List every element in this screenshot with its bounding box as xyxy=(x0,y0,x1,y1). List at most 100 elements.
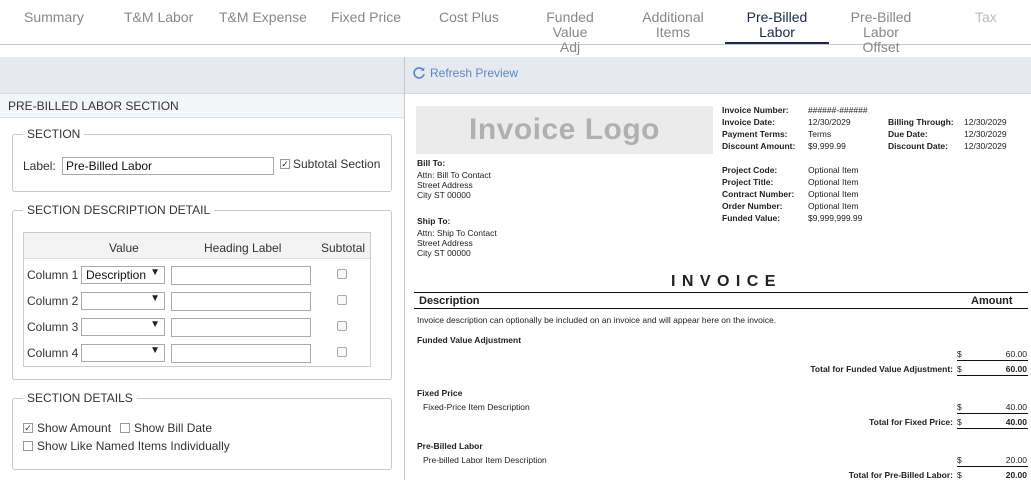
meta-value: $9,999,999.99 xyxy=(808,213,863,223)
column-1-subtotal-checkbox[interactable] xyxy=(337,269,347,279)
tab-label: Fixed Price xyxy=(331,9,402,25)
tab-label: Labor Offset xyxy=(862,24,900,55)
ship-to-title: Ship To: xyxy=(417,216,451,226)
tab-label: Items xyxy=(655,24,691,40)
line-description: Fixed-Price Item Description xyxy=(423,402,530,412)
meta-value: 12/30/2029 xyxy=(964,141,1007,151)
refresh-icon xyxy=(413,67,425,79)
section-legend: SECTION xyxy=(23,127,85,141)
tab-label: Additional xyxy=(642,9,704,25)
header-subtotal: Subtotal xyxy=(321,241,366,255)
column-2-subtotal-checkbox[interactable] xyxy=(337,295,347,305)
divider xyxy=(414,292,1028,293)
subtotal-section-checkbox[interactable]: ✓ xyxy=(280,159,290,169)
column-4-heading-input[interactable] xyxy=(171,344,311,363)
meta-key: Invoice Number: xyxy=(722,105,789,115)
column-4-value-select[interactable]: ▼ xyxy=(81,344,165,362)
section-heading: Funded Value Adjustment xyxy=(417,335,522,345)
column-3-value-select[interactable]: ▼ xyxy=(81,318,165,336)
address-line: City ST 00000 xyxy=(417,190,471,200)
select-value: Description xyxy=(86,268,147,282)
grid-header: Value Heading Label Subtotal xyxy=(24,233,370,259)
column-3-heading-input[interactable] xyxy=(171,318,311,337)
tab-label: Tax xyxy=(975,9,997,25)
meta-key: Project Title: xyxy=(722,177,774,187)
currency-symbol: $ xyxy=(957,364,962,374)
meta-value: 12/30/2029 xyxy=(808,117,851,127)
total-label: Total for Fixed Price: xyxy=(869,417,953,427)
tab-funded-value-adj[interactable]: Funded Value Adj xyxy=(530,10,610,55)
refresh-preview-button[interactable]: Refresh Preview xyxy=(412,66,518,80)
column-amount: Amount xyxy=(971,295,1013,307)
preview-panel: Refresh Preview Invoice Logo Invoice Num… xyxy=(405,57,1031,480)
description-detail-legend: SECTION DESCRIPTION DETAIL xyxy=(23,203,215,217)
show-bill-date-checkbox[interactable] xyxy=(120,423,130,433)
column-3-subtotal-checkbox[interactable] xyxy=(337,321,347,331)
label-caption: Label: xyxy=(23,159,56,173)
row-label: Column 3 xyxy=(27,320,79,334)
tab-label: Pre-Billed xyxy=(746,9,808,25)
dropdown-caret-icon: ▼ xyxy=(150,319,160,330)
header-heading-label: Heading Label xyxy=(204,241,282,255)
currency-symbol: $ xyxy=(957,402,962,412)
panel-title: PRE-BILLED LABOR SECTION xyxy=(0,94,404,118)
meta-value: Optional Item xyxy=(808,189,859,199)
column-1-value-select[interactable]: Description ▼ xyxy=(81,266,165,284)
description-detail-group: SECTION DESCRIPTION DETAIL Value Heading… xyxy=(12,203,392,380)
address-line: Street Address xyxy=(417,180,473,190)
column-2-heading-input[interactable] xyxy=(171,292,311,311)
show-bill-date-label: Show Bill Date xyxy=(134,421,213,435)
tab-additional-items[interactable]: Additional Items xyxy=(640,10,706,40)
total-amount: 20.00 xyxy=(1005,470,1027,480)
settings-toolbar xyxy=(0,57,404,94)
tab-cost-plus[interactable]: Cost Plus xyxy=(439,10,499,25)
address-line: Attn: Bill To Contact xyxy=(417,170,492,180)
meta-value: Optional Item xyxy=(808,201,859,211)
divider xyxy=(414,308,1028,309)
label-input[interactable]: Pre-Billed Labor xyxy=(62,157,274,175)
show-like-named-checkbox[interactable] xyxy=(23,441,33,451)
divider xyxy=(957,360,1028,361)
meta-key: Invoice Date: xyxy=(722,117,775,127)
refresh-label: Refresh Preview xyxy=(430,66,519,80)
tab-fixed-price[interactable]: Fixed Price xyxy=(331,10,401,25)
meta-key: Discount Date: xyxy=(888,141,948,151)
tab-tm-expense[interactable]: T&M Expense xyxy=(219,10,307,25)
meta-value: Optional Item xyxy=(808,165,859,175)
column-2-value-select[interactable]: ▼ xyxy=(81,292,165,310)
column-4-subtotal-checkbox[interactable] xyxy=(337,347,347,357)
preview-toolbar: Refresh Preview xyxy=(405,57,1031,94)
dropdown-caret-icon: ▼ xyxy=(150,267,160,278)
tab-pre-billed-labor[interactable]: Pre-Billed Labor xyxy=(725,9,829,44)
meta-key: Discount Amount: xyxy=(722,141,796,151)
tab-label: Pre-Billed xyxy=(850,9,912,25)
meta-key: Funded Value: xyxy=(722,213,781,223)
line-description: Pre-billed Labor Item Description xyxy=(423,455,547,465)
currency-symbol: $ xyxy=(957,417,962,427)
tab-pre-billed-labor-offset[interactable]: Pre-Billed Labor Offset xyxy=(844,10,918,55)
dropdown-caret-icon: ▼ xyxy=(150,345,160,356)
address-line: Street Address xyxy=(417,238,473,248)
tab-label: Funded Value xyxy=(546,9,594,40)
address-line: City ST 00000 xyxy=(417,248,471,258)
column-1-heading-input[interactable] xyxy=(171,266,311,285)
row-label: Column 2 xyxy=(27,294,79,308)
tab-tm-labor[interactable]: T&M Labor xyxy=(124,10,193,25)
meta-key: Due Date: xyxy=(888,129,928,139)
subtotal-section-label: Subtotal Section xyxy=(293,157,381,171)
meta-value: 12/30/2029 xyxy=(964,129,1007,139)
section-details-legend: SECTION DETAILS xyxy=(23,391,137,405)
tab-label: Summary xyxy=(24,9,84,25)
show-amount-checkbox[interactable]: ✓ xyxy=(23,423,33,433)
meta-key: Order Number: xyxy=(722,201,783,211)
tab-label: Cost Plus xyxy=(439,9,499,25)
total-label: Total for Pre-Billed Labor: xyxy=(848,470,953,480)
meta-value: Optional Item xyxy=(808,177,859,187)
total-amount: 40.00 xyxy=(1005,417,1027,427)
tab-tax: Tax xyxy=(975,10,997,25)
meta-key: Project Code: xyxy=(722,165,778,175)
header-value: Value xyxy=(109,241,139,255)
tab-bar: Summary T&M Labor T&M Expense Fixed Pric… xyxy=(0,0,1031,55)
tab-label: T&M Expense xyxy=(219,9,307,25)
tab-summary[interactable]: Summary xyxy=(24,10,84,25)
